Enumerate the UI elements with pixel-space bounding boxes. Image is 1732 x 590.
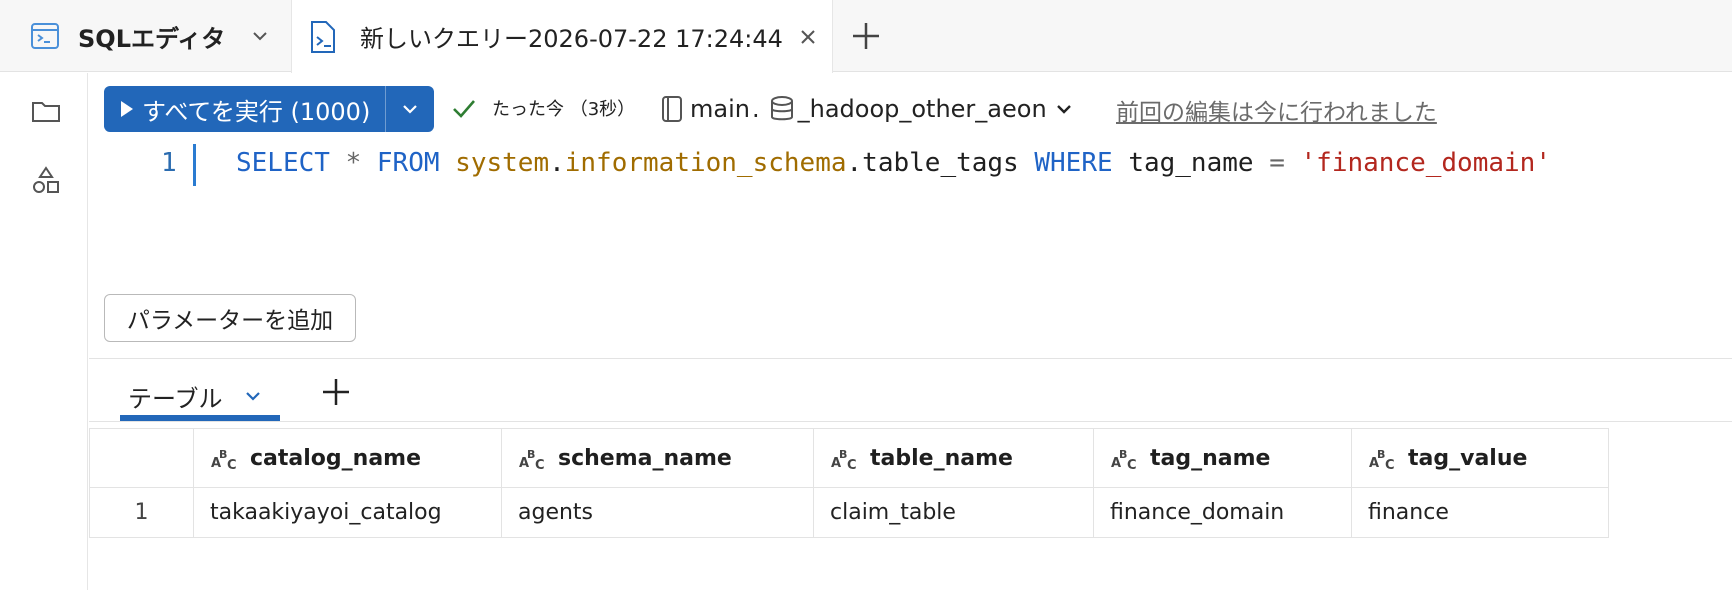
run-all-main[interactable]: すべてを実行 (1000) [104, 86, 385, 132]
close-icon[interactable] [797, 26, 819, 48]
column-header-label: catalog_name [250, 445, 422, 471]
string-type-icon: ABC [519, 448, 545, 471]
play-icon [121, 101, 133, 117]
line-number: 1 [161, 148, 177, 178]
table-header-row: ABC catalog_name ABC schema_name ABC tab… [89, 428, 1609, 488]
svg-text:C: C [1127, 458, 1137, 471]
token-dot: . [549, 148, 565, 178]
database-icon [770, 96, 793, 121]
svg-text:C: C [227, 458, 237, 471]
add-tab-plus-icon[interactable] [848, 18, 884, 54]
token-identifier: information_schema [564, 148, 847, 178]
token-operator: = [1269, 148, 1285, 178]
run-status-text: たった今 （3秒） [492, 99, 636, 120]
check-icon [453, 100, 475, 118]
catalog-schema-selector[interactable]: main . _hadoop_other_aeon [660, 90, 1075, 128]
token-operator: * [345, 148, 362, 178]
query-tab-title: 新しいクエリー2026-07-22 17:24:44 [360, 25, 783, 53]
token-identifier: system [455, 148, 550, 178]
catalog-schema-separator: . [751, 95, 760, 123]
string-type-icon: ABC [1369, 448, 1395, 471]
token-keyword: FROM [376, 148, 440, 178]
sql-editor[interactable]: 1 SELECT * FROM system.information_schem… [89, 140, 1732, 280]
tab-bar: SQLエディタ 新しいクエリー2026-07-22 17:24:44 [0, 0, 1732, 73]
token-keyword: WHERE [1034, 148, 1113, 178]
column-header-label: tag_value [1408, 445, 1528, 471]
token-dot: . [846, 148, 863, 178]
run-options-dropdown[interactable] [386, 86, 434, 132]
table-cell[interactable]: finance [1351, 487, 1609, 538]
token-string: 'finance_domain' [1300, 148, 1551, 178]
chevron-down-icon[interactable] [249, 25, 271, 47]
table-cell[interactable]: agents [501, 487, 814, 538]
chevron-down-icon[interactable] [243, 386, 263, 406]
last-edit-link[interactable]: 前回の編集は今に行われました [1116, 93, 1437, 127]
add-visualization-plus-icon[interactable] [318, 374, 354, 410]
tab-query[interactable]: 新しいクエリー2026-07-22 17:24:44 [291, 0, 833, 73]
svg-text:C: C [535, 458, 545, 471]
svg-text:C: C [847, 458, 857, 471]
results-table: ABC catalog_name ABC schema_name ABC tab… [89, 428, 1609, 538]
catalog-name: main [690, 95, 750, 123]
run-status: たった今 （3秒） [450, 94, 635, 122]
results-tab-label: テーブル [128, 384, 223, 413]
catalog-icon [662, 96, 682, 122]
run-all-label: すべてを実行 (1000) [142, 97, 371, 126]
string-type-icon: ABC [1111, 448, 1137, 471]
add-parameter-button[interactable]: パラメーターを追加 [104, 294, 356, 342]
column-header[interactable]: ABC tag_name [1093, 428, 1352, 488]
table-row[interactable]: 1 takaakiyayoi_catalog agents claim_tabl… [89, 487, 1609, 538]
chevron-down-icon [1056, 105, 1071, 114]
table-cell[interactable]: claim_table [813, 487, 1094, 538]
token-identifier: tag_name [1128, 148, 1254, 178]
column-header[interactable]: ABC schema_name [501, 428, 814, 488]
token-identifier: table_tags [862, 148, 1019, 178]
shapes-icon[interactable] [30, 165, 62, 197]
row-number: 1 [89, 487, 194, 538]
column-header[interactable]: ABC tag_value [1351, 428, 1609, 488]
code-line[interactable]: SELECT * FROM system.information_schema.… [236, 148, 1551, 178]
app-title: SQLエディタ [78, 24, 226, 53]
left-rail [0, 73, 88, 590]
column-header-label: schema_name [558, 445, 732, 471]
results-divider [89, 358, 1732, 359]
svg-text:C: C [1385, 458, 1395, 471]
column-header-label: table_name [870, 445, 1013, 471]
results-header-divider [89, 421, 1732, 422]
table-cell[interactable]: finance_domain [1093, 487, 1352, 538]
schema-name: _hadoop_other_aeon [797, 95, 1047, 123]
query-file-icon [311, 20, 335, 53]
tab-sql-editor[interactable]: SQLエディタ [0, 0, 290, 72]
string-type-icon: ABC [211, 448, 237, 471]
column-header[interactable]: ABC catalog_name [193, 428, 502, 488]
column-header-label: tag_name [1150, 445, 1271, 471]
table-cell[interactable]: takaakiyayoi_catalog [193, 487, 502, 538]
sql-editor-icon [31, 23, 59, 49]
row-number-header [89, 428, 194, 488]
string-type-icon: ABC [831, 448, 857, 471]
active-line-marker [193, 144, 196, 186]
token-keyword: SELECT [236, 148, 330, 178]
folder-icon[interactable] [30, 95, 62, 127]
column-header[interactable]: ABC table_name [813, 428, 1094, 488]
run-all-button[interactable]: すべてを実行 (1000) [104, 86, 434, 132]
chevron-down-icon [403, 105, 417, 114]
